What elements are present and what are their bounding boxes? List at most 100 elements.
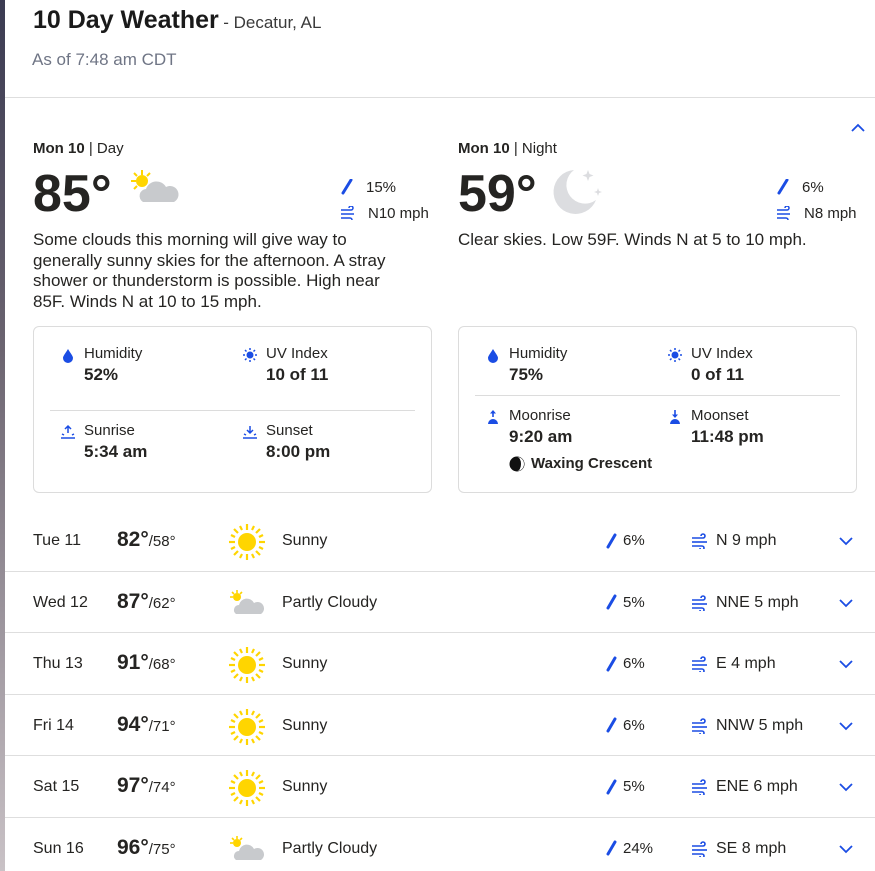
page-title: 10 Day Weather (33, 6, 219, 34)
sunny-icon (229, 770, 265, 806)
forecast-low: /71° (148, 717, 176, 735)
night-humidity-detail: Humidity 75% (488, 345, 567, 385)
forecast-list: Tue 11 82°/58° Sunny 6% N 9 mph Wed 12 87°/62°… (5, 510, 875, 871)
raindrop-icon (606, 594, 617, 610)
today-day-panel: Mon 10 | Day 85° 15% N10 mph Some clouds… (33, 140, 433, 493)
sunset-icon (243, 426, 257, 439)
forecast-precip: 5% (605, 594, 645, 611)
forecast-condition-icon (227, 830, 269, 871)
forecast-low: /75° (148, 840, 176, 858)
forecast-low: /58° (148, 533, 176, 550)
humidity-detail: Humidity 52% (63, 345, 142, 385)
raindrop-icon (606, 533, 617, 548)
night-panel-heading: Mon 10 | Night (458, 140, 557, 157)
card-divider (475, 395, 840, 396)
day-narrative: Some clouds this morning will give way t… (33, 230, 386, 311)
forecast-condition: Sunny (282, 778, 328, 795)
forecast-high: 97° (117, 774, 149, 797)
forecast-low: /74° (148, 779, 176, 796)
page-header: 10 Day Weather - Decatur, AL (33, 6, 321, 35)
forecast-precip: 24% (605, 840, 653, 857)
forecast-temps: 87°/62° (117, 590, 176, 614)
forecast-wind: NNE 5 mph (691, 594, 799, 612)
moonset-icon (670, 410, 680, 424)
night-precip: 6% (776, 174, 857, 200)
chevron-down-icon[interactable] (837, 655, 855, 673)
sunny-icon (229, 647, 265, 683)
night-details-card: Humidity 75% UV Index 0 of 11 Moonrise 9… (458, 326, 857, 493)
raindrop-icon (606, 656, 617, 671)
moonset-detail: Moonset 11:48 pm (670, 407, 764, 447)
wind-icon (692, 533, 707, 549)
forecast-high: 82° (117, 528, 149, 551)
night-narrative: Clear skies. Low 59F. Winds N at 5 to 10… (458, 230, 807, 249)
waxing-crescent-icon (509, 456, 525, 471)
today-night-panel: Mon 10 | Night 59° 6% N8 mph Clear skies… (458, 140, 858, 493)
wind-icon (692, 840, 707, 857)
day-precip-wind: 15% N10 mph (340, 174, 429, 226)
forecast-condition-icon (227, 707, 267, 752)
humidity-drop-icon (63, 349, 73, 363)
sunny-icon (229, 708, 265, 745)
forecast-condition: Sunny (282, 532, 328, 549)
partly-cloudy-day-icon (131, 170, 179, 202)
humidity-drop-icon (488, 349, 498, 363)
sunny-icon (229, 524, 265, 560)
forecast-row[interactable]: Fri 14 94°/71° Sunny 6% NNW 5 mph (5, 695, 875, 756)
forecast-row[interactable]: Sun 16 96°/75° Partly Cloudy 24% SE 8 mph (5, 818, 875, 871)
forecast-condition: Partly Cloudy (282, 839, 378, 857)
location-label: - Decatur, AL (223, 13, 322, 32)
raindrop-icon (341, 179, 353, 195)
raindrop-icon (606, 840, 617, 856)
day-precip: 15% (340, 174, 429, 200)
uv-index-detail: UV Index 10 of 11 (243, 345, 328, 385)
partly-cloudy-icon (230, 589, 265, 614)
card-divider (50, 410, 415, 411)
night-uv-index-detail: UV Index 0 of 11 (668, 345, 753, 385)
forecast-condition: Partly Cloudy (282, 593, 378, 611)
collapse-chevron-up-icon[interactable] (848, 118, 868, 138)
forecast-day: Tue 11 (33, 532, 82, 549)
chevron-down-icon[interactable] (837, 717, 855, 735)
moon-phase: Waxing Crescent (509, 455, 652, 472)
day-high-temperature: 85° (33, 165, 112, 223)
wind-icon (692, 717, 707, 734)
forecast-row[interactable]: Wed 12 87°/62° Partly Cloudy 5% NNE 5 mph (5, 572, 875, 633)
forecast-day: Fri 14 (33, 716, 74, 734)
sunrise-icon (61, 424, 75, 439)
forecast-day: Sun 16 (33, 839, 84, 857)
as-of-timestamp: As of 7:48 am CDT (32, 50, 177, 69)
partly-cloudy-icon (230, 835, 265, 860)
forecast-row[interactable]: Tue 11 82°/58° Sunny 6% N 9 mph (5, 510, 875, 572)
chevron-down-icon[interactable] (837, 840, 855, 858)
moonrise-detail: Moonrise 9:20 am (488, 407, 572, 447)
moonrise-icon (488, 410, 498, 424)
forecast-high: 87° (117, 589, 149, 613)
night-wind: N8 mph (776, 200, 857, 226)
forecast-row[interactable]: Sat 15 97°/74° Sunny 5% ENE 6 mph (5, 756, 875, 818)
forecast-high: 96° (117, 835, 149, 859)
forecast-day: Wed 12 (33, 593, 88, 611)
forecast-temps: 94°/71° (117, 713, 176, 737)
forecast-condition-icon (227, 645, 267, 690)
forecast-low: /68° (148, 656, 176, 673)
night-precip-wind: 6% N8 mph (776, 174, 857, 226)
forecast-precip: 6% (605, 655, 645, 672)
forecast-condition-icon (227, 768, 267, 813)
wind-icon (341, 206, 354, 220)
forecast-precip: 6% (605, 717, 645, 734)
forecast-temps: 96°/75° (117, 836, 176, 860)
wind-icon (777, 206, 790, 220)
forecast-precip: 6% (605, 532, 645, 549)
forecast-condition: Sunny (282, 716, 328, 734)
chevron-down-icon[interactable] (837, 778, 855, 796)
raindrop-icon (606, 717, 617, 733)
forecast-day: Sat 15 (33, 778, 80, 795)
chevron-down-icon[interactable] (837, 532, 855, 550)
day-wind: N10 mph (340, 200, 429, 226)
forecast-row[interactable]: Thu 13 91°/68° Sunny 6% E 4 mph (5, 633, 875, 695)
chevron-down-icon[interactable] (837, 594, 855, 612)
forecast-temps: 82°/58° (117, 528, 176, 552)
forecast-precip: 5% (605, 778, 645, 795)
sunset-detail: Sunset 8:00 pm (243, 422, 330, 462)
